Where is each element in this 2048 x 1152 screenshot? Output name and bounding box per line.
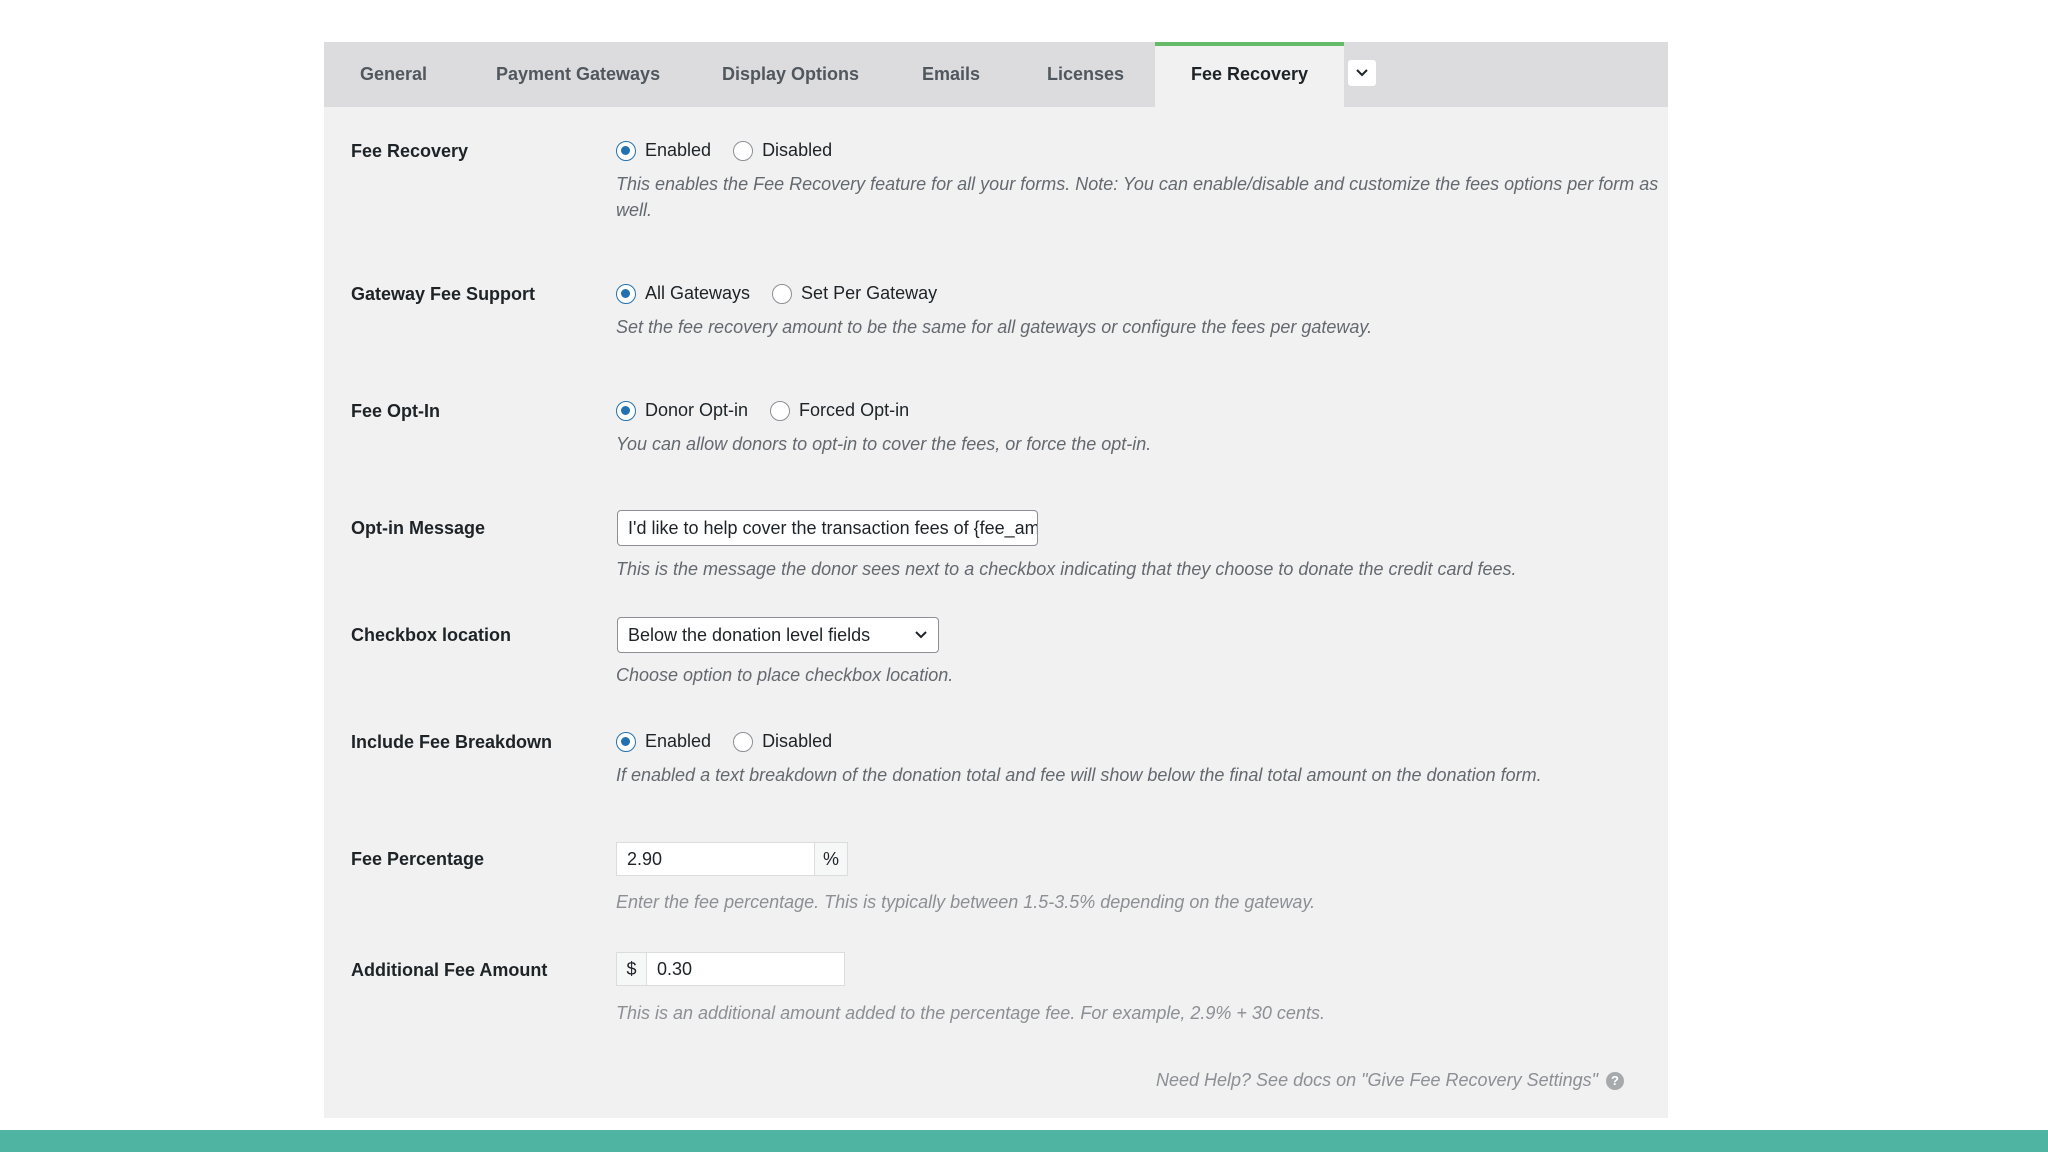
tab-emails[interactable]: Emails: [922, 42, 980, 107]
radio-label: Set Per Gateway: [801, 283, 938, 303]
radio-label: Disabled: [762, 140, 833, 160]
additional-fee-amount-description: This is an additional amount added to th…: [616, 1003, 1325, 1023]
radio-unchecked-icon: [733, 140, 754, 161]
chevron-down-icon: [915, 631, 927, 639]
checkbox-location-description: Choose option to place checkbox location…: [616, 665, 954, 685]
include-fee-breakdown-radio-group: Enabled Disabled: [616, 731, 854, 752]
include-fee-breakdown-label: Include Fee Breakdown: [351, 732, 553, 752]
radio-label: All Gateways: [645, 283, 751, 303]
opt-in-message-description: This is the message the donor sees next …: [616, 559, 1517, 579]
fee-breakdown-enabled-radio[interactable]: Enabled: [616, 731, 711, 752]
fee-recovery-description: This enables the Fee Recovery feature fo…: [616, 171, 1658, 223]
radio-label: Enabled: [645, 140, 712, 160]
radio-checked-icon: [616, 731, 636, 752]
description-line: This enables the Fee Recovery feature fo…: [616, 174, 1659, 194]
more-tabs-button[interactable]: [1348, 60, 1376, 86]
opt-in-message-label: Opt-in Message: [351, 518, 486, 538]
radio-unchecked-icon: [772, 283, 793, 304]
radio-checked-icon: [616, 283, 636, 304]
checkbox-location-select[interactable]: Below the donation level fields: [617, 617, 939, 653]
footer-bar: [0, 1130, 2048, 1152]
fee-opt-in-label: Fee Opt-In: [351, 401, 440, 421]
settings-panel: General Payment Gateways Display Options…: [324, 42, 1668, 1118]
checkbox-location-value: Below the donation level fields: [628, 624, 871, 645]
fee-percentage-description: Enter the fee percentage. This is typica…: [616, 892, 1316, 912]
fee-recovery-enabled-radio[interactable]: Enabled: [616, 140, 711, 161]
percent-suffix: %: [814, 842, 848, 876]
additional-fee-amount-value: 0.30: [657, 958, 693, 979]
additional-fee-amount-input[interactable]: 0.30: [646, 952, 845, 986]
fee-recovery-radio-group: Enabled Disabled: [616, 140, 854, 161]
include-fee-breakdown-description: If enabled a text breakdown of the donat…: [616, 765, 1542, 785]
set-per-gateway-radio[interactable]: Set Per Gateway: [772, 283, 937, 304]
radio-label: Disabled: [762, 731, 833, 751]
gateway-fee-support-description: Set the fee recovery amount to be the sa…: [616, 317, 1373, 337]
tab-payment-gateways[interactable]: Payment Gateways: [496, 42, 660, 107]
fee-opt-in-description: You can allow donors to opt-in to cover …: [616, 434, 1152, 454]
fee-opt-in-radio-group: Donor Opt-in Forced Opt-in: [616, 400, 931, 421]
help-text: Need Help? See docs on "Give Fee Recover…: [1155, 1070, 1598, 1090]
help-link[interactable]: Need Help? See docs on "Give Fee Recover…: [1156, 1070, 1624, 1091]
checkbox-location-label: Checkbox location: [351, 625, 512, 645]
fee-breakdown-disabled-radio[interactable]: Disabled: [733, 731, 832, 752]
tab-licenses[interactable]: Licenses: [1047, 42, 1124, 107]
forced-opt-in-radio[interactable]: Forced Opt-in: [770, 400, 909, 421]
dollar-prefix: $: [616, 952, 647, 986]
all-gateways-radio[interactable]: All Gateways: [616, 283, 750, 304]
gateway-fee-support-label: Gateway Fee Support: [351, 284, 536, 304]
opt-in-message-input[interactable]: I'd like to help cover the transaction f…: [617, 510, 1038, 546]
tab-general[interactable]: General: [360, 42, 427, 107]
description-line: well.: [616, 200, 653, 220]
fee-percentage-label: Fee Percentage: [351, 849, 485, 869]
fee-recovery-label: Fee Recovery: [351, 141, 469, 161]
tab-fee-recovery[interactable]: Fee Recovery: [1155, 42, 1345, 107]
tab-display-options[interactable]: Display Options: [722, 42, 859, 107]
radio-unchecked-icon: [770, 400, 791, 421]
radio-label: Forced Opt-in: [799, 400, 910, 420]
radio-unchecked-icon: [733, 731, 754, 752]
fee-percentage-value: 2.90: [627, 848, 663, 869]
radio-checked-icon: [616, 400, 636, 421]
donor-opt-in-radio[interactable]: Donor Opt-in: [616, 400, 748, 421]
question-mark-icon[interactable]: ?: [1606, 1071, 1624, 1090]
gateway-fee-support-radio-group: All Gateways Set Per Gateway: [616, 283, 959, 304]
fee-recovery-disabled-radio[interactable]: Disabled: [733, 140, 832, 161]
fee-percentage-input[interactable]: 2.90: [616, 842, 815, 876]
opt-in-message-value: I'd like to help cover the transaction f…: [628, 517, 1038, 538]
radio-label: Donor Opt-in: [645, 400, 749, 420]
additional-fee-amount-label: Additional Fee Amount: [351, 960, 548, 980]
settings-tab-bar: General Payment Gateways Display Options…: [324, 42, 1668, 107]
radio-label: Enabled: [645, 731, 712, 751]
radio-checked-icon: [616, 140, 636, 161]
chevron-down-icon: [1356, 69, 1368, 77]
